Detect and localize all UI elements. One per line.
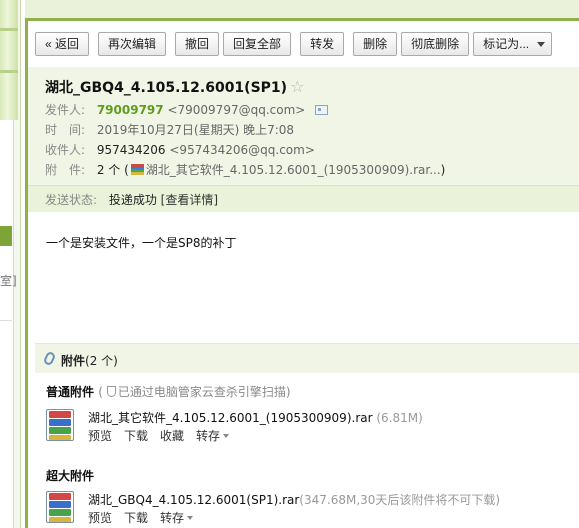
recall-button[interactable]: 撤回 (175, 32, 220, 56)
attachment-label: 附 件: (45, 163, 86, 177)
bamboo-decoration (0, 0, 18, 120)
attachments-title-text: 附件 (61, 354, 86, 368)
from-label: 发件人: (45, 103, 86, 117)
forward-button[interactable]: 转发 (300, 32, 345, 56)
download-link[interactable]: 下载 (124, 509, 148, 526)
reply-all-button[interactable]: 回复全部 (223, 32, 292, 56)
normal-attachments-text: 普通附件 (46, 385, 95, 399)
attachment-count-text: 2 个 ( (96, 163, 129, 177)
preview-link[interactable]: 预览 (88, 427, 112, 444)
subject-text: 湖北_GBQ4_4.105.12.6001(SP1) (45, 80, 288, 96)
mail-header: 湖北_GBQ4_4.105.12.6001(SP1) ☆ 发件人: 7900979… (28, 67, 579, 212)
chevron-down-icon (537, 42, 546, 47)
to-name[interactable]: 957434206 (97, 143, 166, 157)
shield-icon (106, 386, 116, 397)
delivery-status-bar: 发送状态: 投递成功 [查看详情] (28, 185, 579, 212)
preview-link[interactable]: 预览 (88, 509, 112, 526)
attachments-count: (2 个) (85, 354, 118, 368)
attachment-size: (6.81M) (376, 411, 423, 425)
rar-archive-icon (46, 491, 74, 523)
attachment-row: 附 件: 2 个 ( 湖北_其它软件_4.105.12.6001_(1905300… (45, 162, 445, 178)
permanent-delete-button[interactable]: 彻底删除 (401, 32, 470, 56)
attachment-name[interactable]: 湖北_其它软件_4.105.12.6001_(1905300909).rar (… (88, 409, 423, 426)
rar-archive-icon (46, 409, 74, 441)
scan-text: 已通过电脑管家云查杀引擎扫描) (117, 385, 291, 399)
to-address: <957434206@qq.com> (169, 143, 315, 157)
normal-attachments-label: 普通附件 ( 已通过电脑管家云查杀引擎扫描) (46, 383, 291, 400)
view-details-link[interactable]: [查看详情] (161, 193, 218, 207)
attachment-actions: 预览 下载 收藏 转存 (88, 427, 230, 444)
selected-folder-marker[interactable] (0, 226, 12, 246)
reedit-button[interactable]: 再次编辑 (98, 32, 167, 56)
mail-toolbar: « 返回 再次编辑 撤回 回复全部 转发 删除 彻底删除 标记为... (35, 32, 553, 56)
attachment-summary-close: ) (440, 163, 446, 177)
attachment-filename[interactable]: 湖北_其它软件_4.105.12.6001_(1905300909).rar (88, 411, 373, 425)
top-band (25, 0, 579, 18)
attachment-summary-link[interactable]: 湖北_其它软件_4.105.12.6001_(1905300909).rar..… (146, 163, 441, 177)
mark-as-label: 标记为... (483, 37, 530, 51)
big-attachments-label: 超大附件 (46, 469, 95, 483)
attachment-filename[interactable]: 湖北_GBQ4_4.105.12.6001(SP1).rar (88, 493, 299, 507)
back-button[interactable]: « 返回 (35, 32, 90, 56)
save-to-dropdown[interactable]: 转存 (196, 427, 230, 444)
attachment-size: (347.68M,30天后该附件将不可下载) (299, 493, 501, 507)
caret-down-icon (187, 516, 194, 520)
save-to-dropdown[interactable]: 转存 (160, 509, 194, 526)
mail-subject: 湖北_GBQ4_4.105.12.6001(SP1) ☆ (45, 77, 304, 97)
paperclip-icon (42, 350, 57, 367)
from-row: 发件人: 79009797 <79009797@qq.com> (45, 102, 329, 118)
left-panel: 室] (0, 0, 21, 528)
time-label: 时 间: (45, 123, 86, 137)
attachment-name[interactable]: 湖北_GBQ4_4.105.12.6001(SP1).rar(347.68M,3… (88, 491, 500, 508)
star-icon[interactable]: ☆ (290, 77, 304, 96)
to-row: 收件人: 957434206 <957434206@qq.com> (45, 142, 315, 158)
time-value: 2019年10月27日(星期天) 晚上7:08 (96, 123, 295, 137)
favorite-link[interactable]: 收藏 (160, 427, 184, 444)
rar-file-icon (130, 164, 144, 175)
scan-open: ( (98, 385, 103, 399)
mail-read-pane: « 返回 再次编辑 撤回 回复全部 转发 删除 彻底删除 标记为... 湖北_G… (25, 18, 579, 528)
download-link[interactable]: 下载 (124, 427, 148, 444)
status-label: 发送状态: (45, 193, 98, 207)
mail-body: 一个是安装文件，一个是SP8的补丁 (46, 236, 237, 250)
mark-as-dropdown[interactable]: 标记为... (473, 32, 553, 56)
from-name[interactable]: 79009797 (97, 103, 164, 117)
delete-button[interactable]: 删除 (353, 32, 398, 56)
left-truncated-text: 室] (0, 274, 17, 288)
folder-list-edge (0, 120, 14, 528)
attachments-header: 附件(2 个) (35, 343, 579, 373)
save-to-label: 转存 (160, 511, 185, 525)
attachment-actions: 预览 下载 转存 (88, 509, 194, 526)
attachments-title: 附件(2 个) (61, 352, 118, 369)
contact-card-icon[interactable] (315, 105, 329, 115)
left-divider (0, 320, 12, 321)
caret-down-icon (223, 434, 230, 438)
status-value: 投递成功 (108, 193, 157, 207)
to-label: 收件人: (45, 143, 86, 157)
status-row: 发送状态: 投递成功 [查看详情] (45, 192, 218, 208)
from-address: <79009797@qq.com> (167, 103, 306, 117)
scan-note: ( 已通过电脑管家云查杀引擎扫描) (98, 385, 290, 399)
save-to-label: 转存 (196, 429, 221, 443)
time-row: 时 间: 2019年10月27日(星期天) 晚上7:08 (45, 122, 294, 138)
